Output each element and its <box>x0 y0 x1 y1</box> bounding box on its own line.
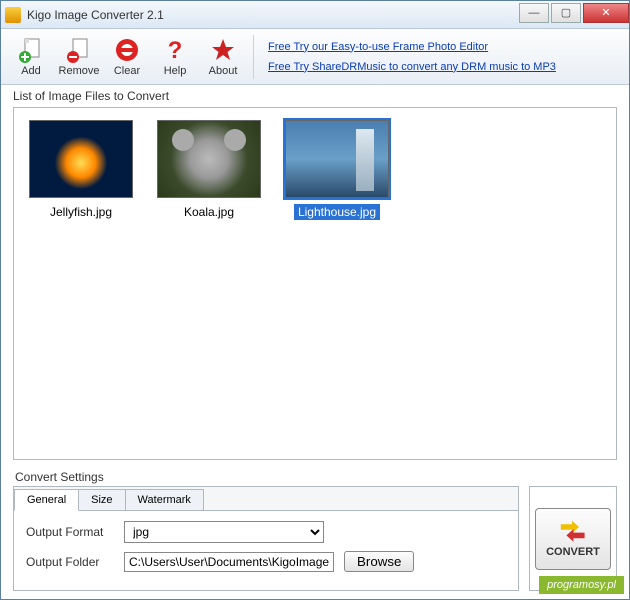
titlebar: Kigo Image Converter 2.1 — ▢ ✕ <box>1 1 629 29</box>
remove-label: Remove <box>59 65 100 77</box>
output-format-select[interactable]: jpg <box>124 521 324 543</box>
thumb-image <box>29 120 133 198</box>
star-icon <box>210 37 236 63</box>
settings-panel: GeneralSizeWatermark Output Format jpg O… <box>13 486 617 591</box>
add-icon <box>18 37 44 63</box>
promo-links: Free Try our Easy-to-use Frame Photo Edi… <box>260 37 623 77</box>
filelist-label: List of Image Files to Convert <box>1 85 629 107</box>
remove-button[interactable]: Remove <box>55 32 103 82</box>
app-window: Kigo Image Converter 2.1 — ▢ ✕ Add Remov… <box>0 0 630 600</box>
convert-label: CONVERT <box>546 546 600 558</box>
file-thumb[interactable]: Lighthouse.jpg <box>282 120 392 220</box>
help-label: Help <box>164 65 187 77</box>
file-thumb[interactable]: Jellyfish.jpg <box>26 120 136 220</box>
promo-link-drm-music[interactable]: Free Try ShareDRMusic to convert any DRM… <box>268 61 615 73</box>
help-button[interactable]: ? Help <box>151 32 199 82</box>
thumb-caption: Koala.jpg <box>180 204 238 220</box>
thumb-caption: Lighthouse.jpg <box>294 204 380 220</box>
thumb-caption: Jellyfish.jpg <box>46 204 116 220</box>
minimize-button[interactable]: — <box>519 3 549 23</box>
filelist[interactable]: Jellyfish.jpg Koala.jpg Lighthouse.jpg <box>13 107 617 460</box>
help-icon: ? <box>162 37 188 63</box>
clear-icon <box>114 37 140 63</box>
clear-button[interactable]: Clear <box>103 32 151 82</box>
tab-size[interactable]: Size <box>78 489 125 510</box>
toolbar-separator <box>253 35 254 79</box>
output-format-label: Output Format <box>26 525 114 539</box>
convert-icon <box>558 520 588 544</box>
settings-label: Convert Settings <box>1 468 629 486</box>
about-button[interactable]: About <box>199 32 247 82</box>
window-controls: — ▢ ✕ <box>519 3 629 23</box>
svg-text:?: ? <box>168 37 183 63</box>
settings-tabs: GeneralSizeWatermark <box>14 487 518 511</box>
convert-button[interactable]: CONVERT <box>535 508 611 570</box>
add-button[interactable]: Add <box>7 32 55 82</box>
thumb-image <box>285 120 389 198</box>
toolbar: Add Remove Clear ? Help About <box>1 29 629 85</box>
maximize-button[interactable]: ▢ <box>551 3 581 23</box>
close-button[interactable]: ✕ <box>583 3 629 23</box>
promo-link-frame-editor[interactable]: Free Try our Easy-to-use Frame Photo Edi… <box>268 41 615 53</box>
output-folder-row: Output Folder Browse <box>26 551 506 572</box>
thumb-image <box>157 120 261 198</box>
settings-body: Output Format jpg Output Folder Browse <box>14 511 518 590</box>
tab-watermark[interactable]: Watermark <box>125 489 204 510</box>
tab-general[interactable]: General <box>14 489 79 511</box>
window-title: Kigo Image Converter 2.1 <box>27 8 519 22</box>
about-label: About <box>209 65 238 77</box>
clear-label: Clear <box>114 65 140 77</box>
output-format-row: Output Format jpg <box>26 521 506 543</box>
add-label: Add <box>21 65 41 77</box>
app-icon <box>5 7 21 23</box>
settings-box: GeneralSizeWatermark Output Format jpg O… <box>13 486 519 591</box>
footer-brand: programosy.pl <box>539 576 624 594</box>
browse-button[interactable]: Browse <box>344 551 414 572</box>
output-folder-input[interactable] <box>124 552 334 572</box>
file-thumb[interactable]: Koala.jpg <box>154 120 264 220</box>
output-folder-label: Output Folder <box>26 555 114 569</box>
remove-icon <box>66 37 92 63</box>
